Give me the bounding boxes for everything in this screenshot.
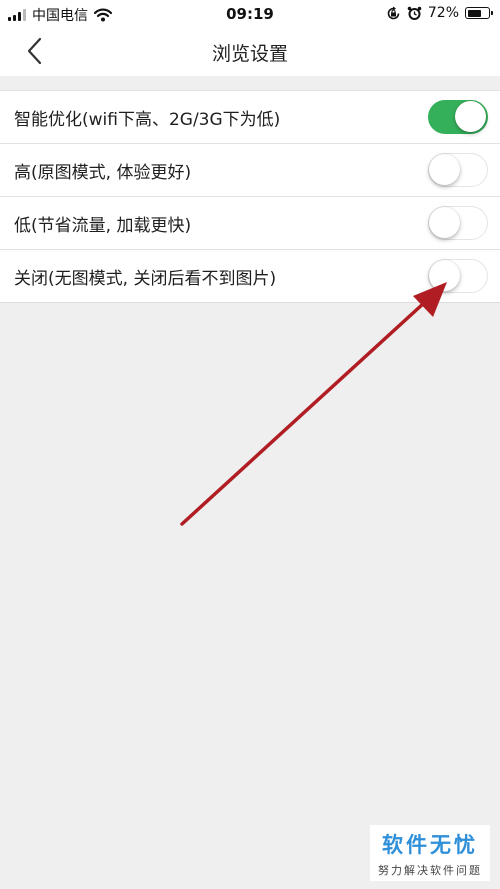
toggle-switch[interactable] [428,100,488,134]
option-row-low[interactable]: 低(节省流量, 加载更快) [0,196,500,249]
option-label: 低(节省流量, 加载更快) [14,215,192,236]
watermark-subtitle: 努力解决软件问题 [378,864,482,877]
option-row-off[interactable]: 关闭(无图模式, 关闭后看不到图片) [0,249,500,302]
page-title: 浏览设置 [211,43,288,65]
toggle-switch[interactable] [428,259,488,293]
status-bar: 中国电信 09:19 72% [0,0,500,28]
orientation-lock-icon [387,6,400,19]
option-label: 关闭(无图模式, 关闭后看不到图片) [14,268,277,289]
battery-percent: 72% [427,5,459,21]
option-row-high[interactable]: 高(原图模式, 体验更好) [0,143,500,196]
option-label: 智能优化(wifi下高、2G/3G下为低) [14,109,281,130]
battery-icon [465,7,493,19]
option-label: 高(原图模式, 体验更好) [14,162,192,183]
watermark-logo: 软件无忧 努力解决软件问题 [370,825,490,881]
option-row-smart[interactable]: 智能优化(wifi下高、2G/3G下为低) [0,91,500,143]
options-list: 智能优化(wifi下高、2G/3G下为低) 高(原图模式, 体验更好) 低(节省… [0,90,500,303]
status-right: 72% [386,5,493,21]
alarm-icon [407,6,422,20]
watermark-title: 软件无忧 [382,833,478,857]
toggle-switch[interactable] [428,206,488,240]
nav-bar: 浏览设置 [0,28,500,76]
toggle-switch[interactable] [428,153,488,187]
